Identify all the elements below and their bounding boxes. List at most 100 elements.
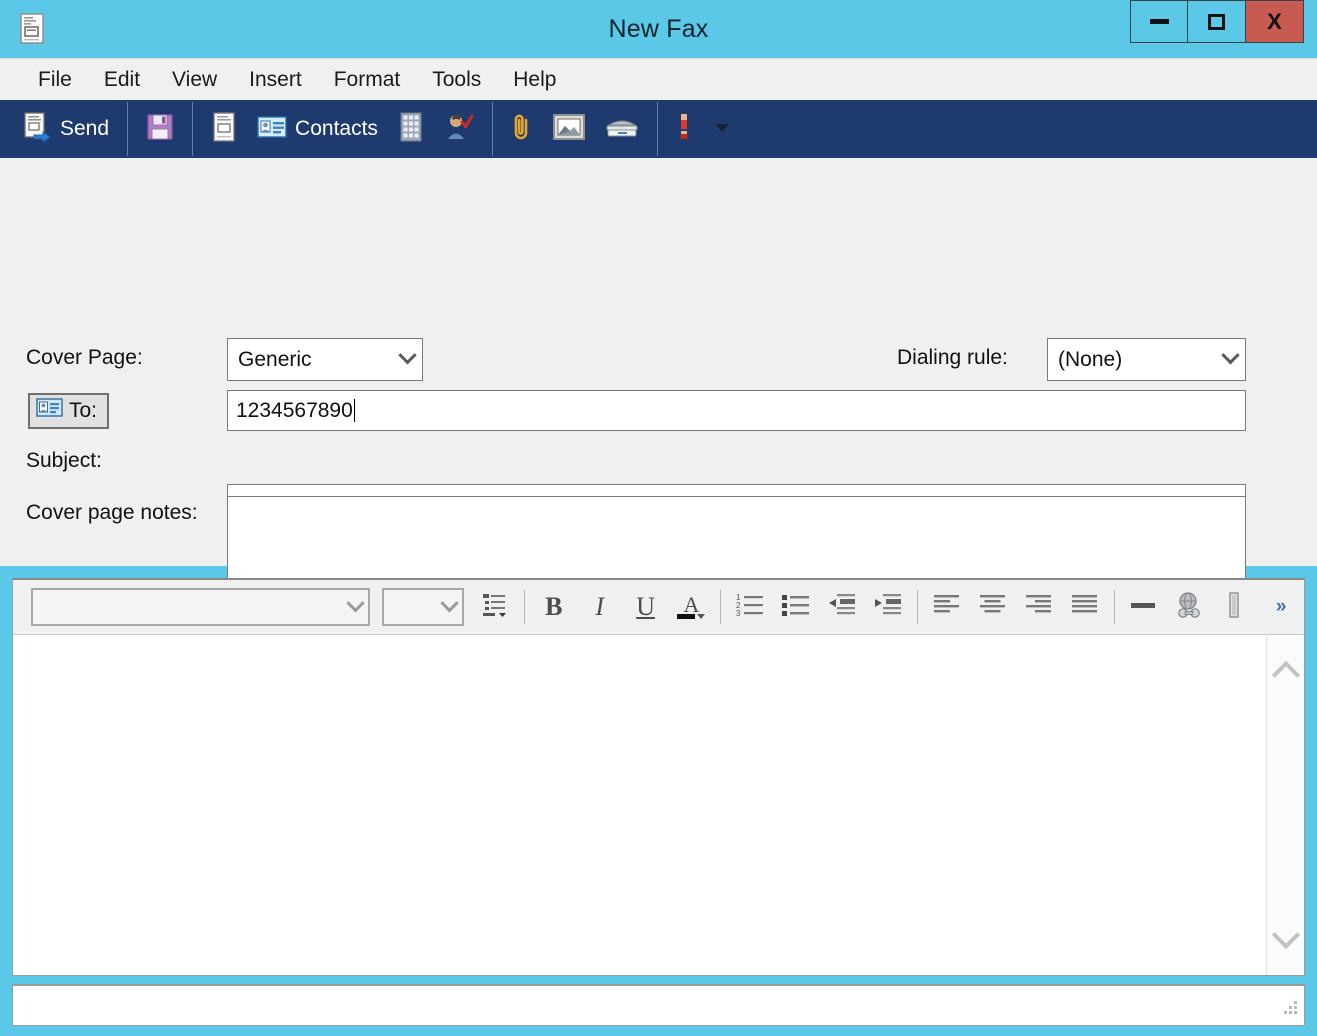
- importance-button[interactable]: [666, 103, 702, 155]
- increase-indent-button[interactable]: [865, 585, 911, 629]
- dial-pad-icon: [398, 112, 424, 147]
- caption-button-group: X: [1130, 0, 1304, 44]
- insert-object-icon: [1228, 591, 1242, 624]
- menu-view[interactable]: View: [156, 64, 233, 96]
- minimize-icon: [1149, 19, 1169, 24]
- close-icon: X: [1267, 8, 1282, 34]
- underline-icon: U: [636, 592, 655, 621]
- insert-object-button[interactable]: [1212, 585, 1258, 629]
- decrease-indent-button[interactable]: [819, 585, 865, 629]
- maximize-icon: [1208, 13, 1225, 30]
- toolbar-separator: [127, 102, 129, 156]
- dial-pad-button[interactable]: [388, 103, 434, 155]
- menu-tools[interactable]: Tools: [416, 64, 497, 96]
- hyperlink-globe-icon: [1174, 591, 1204, 624]
- toolbar-separator: [523, 590, 525, 624]
- menu-edit[interactable]: Edit: [88, 64, 156, 96]
- chevron-down-icon: [1221, 346, 1240, 365]
- cover-page-value: Generic: [238, 347, 312, 371]
- to-input[interactable]: 1234567890: [227, 390, 1246, 431]
- to-button-label: To:: [69, 399, 98, 422]
- title-bar: New Fax X: [0, 0, 1317, 58]
- scan-button[interactable]: [595, 103, 649, 155]
- numbered-list-button[interactable]: 1 2 3: [727, 585, 773, 629]
- font-size-select[interactable]: [382, 588, 464, 626]
- increase-indent-icon: [873, 592, 903, 623]
- resize-grip-icon[interactable]: [1281, 998, 1299, 1021]
- italic-button[interactable]: I: [577, 585, 623, 629]
- status-bar: [12, 984, 1305, 1026]
- insert-picture-button[interactable]: [543, 103, 595, 155]
- insert-hyperlink-button[interactable]: [1166, 585, 1212, 629]
- send-button-label: Send: [60, 117, 110, 140]
- horizontal-rule-button[interactable]: [1121, 585, 1167, 629]
- cover-page-label: Cover Page:: [26, 346, 143, 369]
- cover-page-button[interactable]: [201, 103, 247, 155]
- align-left-button[interactable]: [924, 585, 970, 629]
- message-body-input[interactable]: [13, 635, 1266, 975]
- cover-page-notes-label: Cover page notes:: [26, 501, 198, 524]
- align-right-icon: [1024, 592, 1054, 623]
- numbered-list-icon: 1 2 3: [735, 592, 765, 623]
- toolbar-overflow-button[interactable]: [702, 103, 742, 155]
- toolbar-separator: [192, 102, 194, 156]
- menu-file[interactable]: File: [22, 64, 88, 96]
- toolbar-separator: [916, 590, 918, 624]
- font-color-icon: A: [677, 593, 706, 619]
- text-caret: [353, 399, 355, 422]
- to-input-value: 1234567890: [236, 398, 353, 422]
- toolbar-separator: [656, 102, 658, 156]
- paragraph-style-button[interactable]: [472, 585, 518, 629]
- check-names-button[interactable]: [434, 103, 484, 155]
- message-editor-panel: B I U A 1 2 3 »: [12, 578, 1305, 976]
- menu-bar: File Edit View Insert Format Tools Help: [0, 58, 1317, 100]
- toolbar-separator: [491, 102, 493, 156]
- menu-format[interactable]: Format: [318, 64, 417, 96]
- toolbar-separator: [720, 590, 722, 624]
- italic-icon: I: [595, 592, 605, 621]
- cover-page-document-icon: [211, 111, 237, 147]
- cover-page-select[interactable]: Generic: [227, 338, 423, 381]
- bold-icon: B: [545, 592, 563, 621]
- decrease-indent-icon: [827, 592, 857, 623]
- menu-insert[interactable]: Insert: [233, 64, 318, 96]
- more-commands-button[interactable]: »: [1258, 585, 1304, 629]
- horizontal-rule-icon: [1128, 592, 1158, 623]
- justify-button[interactable]: [1062, 585, 1108, 629]
- message-body-area: [13, 634, 1304, 975]
- underline-button[interactable]: U: [623, 585, 669, 629]
- attach-file-button[interactable]: [501, 103, 543, 155]
- close-button[interactable]: X: [1246, 0, 1304, 43]
- bulleted-list-button[interactable]: [773, 585, 819, 629]
- align-center-button[interactable]: [970, 585, 1016, 629]
- chevron-double-right-icon: »: [1275, 596, 1287, 617]
- picture-icon: [552, 113, 585, 146]
- scroll-down-icon[interactable]: [1271, 920, 1300, 950]
- align-center-icon: [978, 592, 1008, 623]
- contacts-card-icon: [36, 398, 63, 424]
- subject-label: Subject:: [26, 449, 102, 472]
- importance-high-icon: [676, 111, 692, 148]
- minimize-button[interactable]: [1130, 0, 1188, 43]
- save-button[interactable]: [136, 103, 184, 155]
- contacts-button-label: Contacts: [295, 117, 378, 140]
- menu-help[interactable]: Help: [497, 64, 572, 96]
- send-button[interactable]: Send: [14, 103, 119, 155]
- scroll-up-icon[interactable]: [1271, 660, 1300, 690]
- font-name-select[interactable]: [31, 588, 371, 626]
- contacts-button[interactable]: Contacts: [247, 103, 388, 155]
- maximize-button[interactable]: [1188, 0, 1246, 43]
- dialing-rule-select[interactable]: (None): [1047, 338, 1246, 381]
- dialing-rule-label: Dialing rule:: [897, 346, 1008, 369]
- new-fax-window: New Fax X File Edit View Insert Format T…: [0, 0, 1317, 1036]
- font-color-button[interactable]: A: [669, 585, 715, 629]
- bold-button[interactable]: B: [531, 585, 577, 629]
- toolbar-separator: [1113, 590, 1115, 624]
- cover-page-notes-value: [228, 497, 1245, 509]
- window-title: New Fax: [608, 15, 709, 43]
- save-floppy-icon: [146, 113, 174, 146]
- dropdown-arrow-icon: [712, 117, 732, 142]
- align-right-button[interactable]: [1016, 585, 1062, 629]
- to-button[interactable]: To:: [28, 393, 110, 429]
- body-vertical-scrollbar[interactable]: [1266, 635, 1304, 975]
